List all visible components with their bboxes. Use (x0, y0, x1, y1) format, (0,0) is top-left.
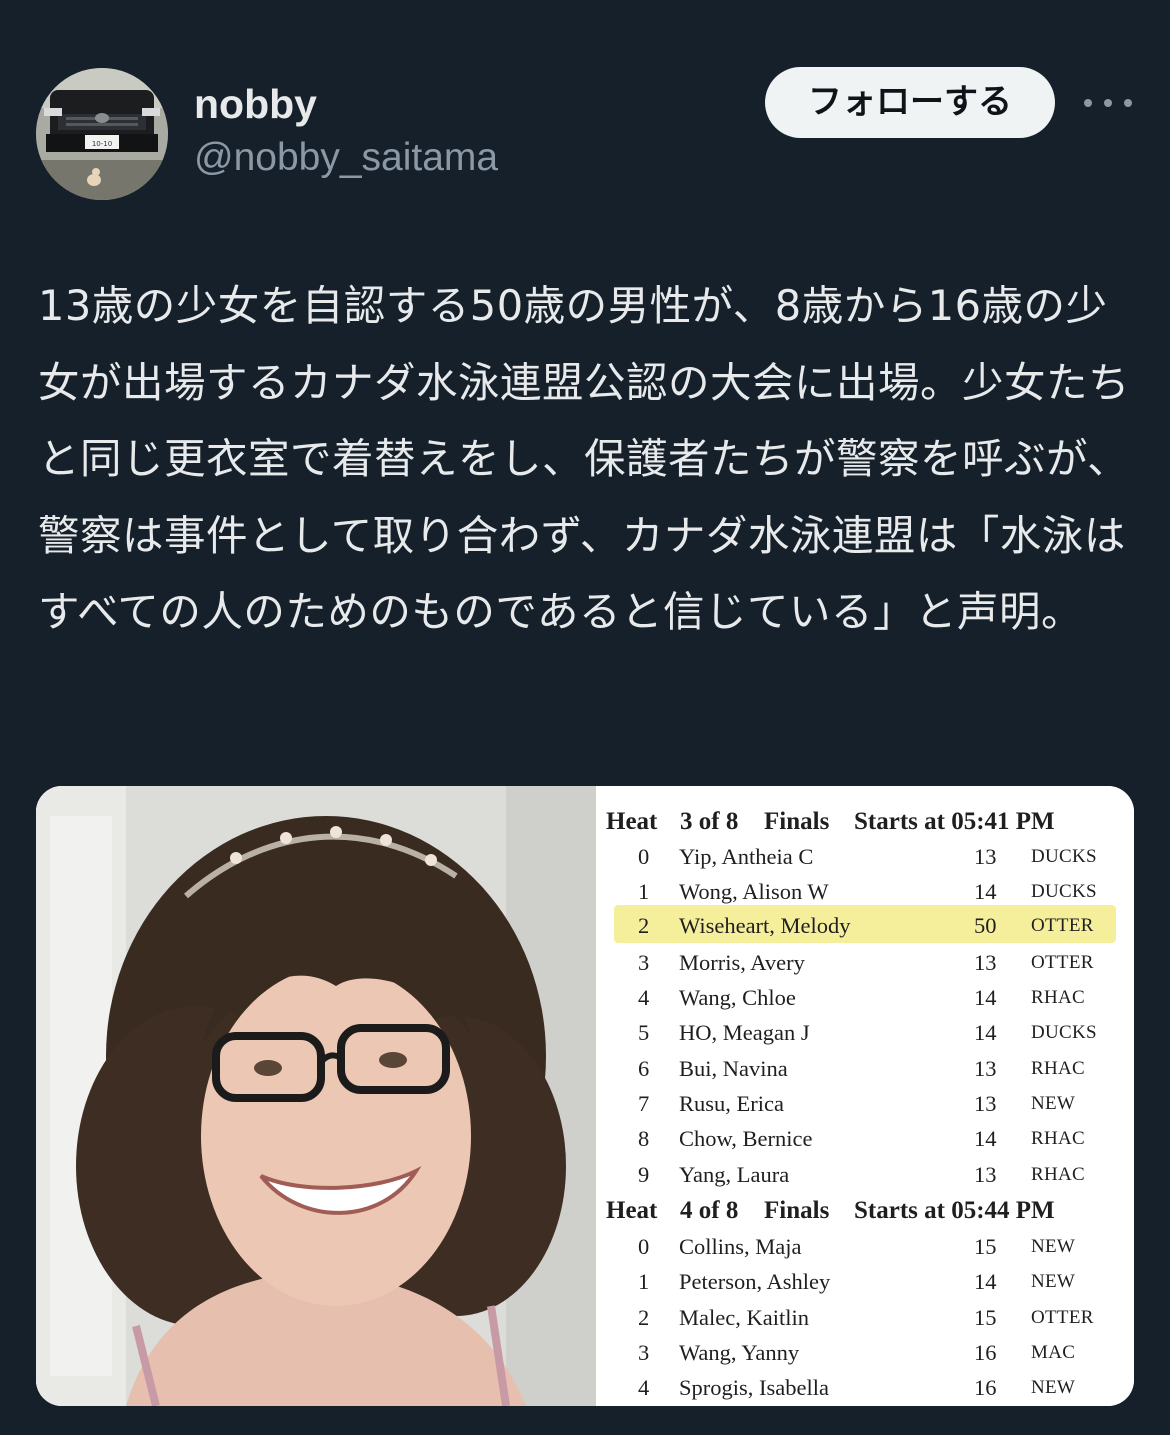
table-row: 6 Bui, Navina 13 RHAC (596, 1051, 1134, 1086)
swimmer-name: Bui, Navina (679, 1056, 788, 1081)
age: 14 (974, 985, 997, 1010)
team: OTTER (1031, 952, 1094, 973)
age: 14 (974, 1269, 997, 1294)
swimmer-name: Wang, Chloe (679, 985, 796, 1010)
heat-round: Finals (764, 1197, 830, 1224)
age: 13 (974, 950, 997, 975)
table-row: 5 HO, Meagan J 14 DUCKS (596, 1015, 1134, 1050)
heat-round: Finals (764, 808, 830, 835)
table-row: 1 Wong, Alison W 14 DUCKS (596, 874, 1134, 909)
table-row: 0 Yip, Antheia C 13 DUCKS (596, 839, 1134, 874)
swimmer-name: Morris, Avery (679, 950, 805, 975)
lane: 1 (638, 879, 650, 904)
team: OTTER (1031, 915, 1094, 936)
heat-number: 3 of 8 (680, 808, 739, 835)
lane: 7 (638, 1091, 650, 1116)
table-row: 8 Chow, Bernice 14 RHAC (596, 1121, 1134, 1156)
team: RHAC (1031, 987, 1085, 1008)
age: 15 (974, 1305, 997, 1330)
lane: 0 (638, 1234, 650, 1259)
age: 13 (974, 1056, 997, 1081)
team: NEW (1031, 1271, 1076, 1292)
age: 14 (974, 1126, 997, 1151)
team: NEW (1031, 1093, 1076, 1114)
table-row-highlighted: 2 Wiseheart, Melody 50 OTTER (596, 908, 1134, 943)
age: 13 (974, 1091, 997, 1116)
lane: 0 (638, 844, 650, 869)
swimmer-name: Malec, Kaitlin (679, 1305, 809, 1330)
team: RHAC (1031, 1058, 1085, 1079)
team: DUCKS (1031, 1022, 1097, 1043)
lane: 8 (638, 1126, 650, 1151)
lane: 1 (638, 1269, 650, 1294)
team: OTTER (1031, 1307, 1094, 1328)
age: 14 (974, 1020, 997, 1045)
swimmer-name: HO, Meagan J (679, 1020, 810, 1045)
team: DUCKS (1031, 881, 1097, 902)
swimmer-name: Rusu, Erica (679, 1091, 784, 1116)
table-row: 4 Sprogis, Isabella 16 NEW (596, 1370, 1134, 1405)
heat-start-time: Starts at 05:41 PM (854, 808, 1055, 835)
lane: 4 (638, 985, 650, 1010)
age: 14 (974, 879, 997, 904)
team: MAC (1031, 1342, 1076, 1363)
lane: 2 (638, 1305, 650, 1330)
table-row: 7 Rusu, Erica 13 NEW (596, 1086, 1134, 1121)
more-dots-icon[interactable] (1084, 86, 1132, 120)
heat-label: Heat (606, 1197, 658, 1224)
plate-text: 10-10 (92, 140, 112, 148)
avatar-car-image: 10-10 (36, 68, 168, 200)
age: 50 (974, 913, 997, 938)
dot (1104, 99, 1112, 107)
team: NEW (1031, 1236, 1076, 1257)
table-row: 3 Morris, Avery 13 OTTER (596, 945, 1134, 980)
avatar[interactable]: 10-10 (36, 68, 168, 200)
table-row: 4 Wang, Chloe 14 RHAC (596, 980, 1134, 1015)
lane: 3 (638, 950, 650, 975)
heat-sheet: Heat 3 of 8 Finals Starts at 05:41 PM 0 … (596, 786, 1134, 1406)
lane: 9 (638, 1162, 650, 1187)
follow-button[interactable]: フォローする (765, 67, 1055, 138)
lane: 6 (638, 1056, 650, 1081)
heat-number: 4 of 8 (680, 1197, 739, 1224)
age: 15 (974, 1234, 997, 1259)
lane: 5 (638, 1020, 650, 1045)
table-row: 9 Yang, Laura 13 RHAC (596, 1157, 1134, 1192)
table-row: 0 Collins, Maja 15 NEW (596, 1229, 1134, 1264)
swimmer-name: Wang, Yanny (679, 1340, 800, 1365)
tweet-media[interactable]: Heat 3 of 8 Finals Starts at 05:41 PM 0 … (36, 786, 1134, 1406)
team: RHAC (1031, 1164, 1085, 1185)
age: 16 (974, 1340, 997, 1365)
table-row: 2 Malec, Kaitlin 15 OTTER (596, 1300, 1134, 1335)
lane: 4 (638, 1375, 650, 1400)
swimmer-name: Chow, Bernice (679, 1126, 813, 1151)
dot (1124, 99, 1132, 107)
lane: 2 (638, 913, 650, 938)
heat-start-time: Starts at 05:44 PM (854, 1197, 1055, 1224)
table-row: 1 Peterson, Ashley 14 NEW (596, 1264, 1134, 1299)
swimmer-name: Yang, Laura (679, 1162, 790, 1187)
lane: 3 (638, 1340, 650, 1365)
team: DUCKS (1031, 846, 1097, 867)
table-row: 3 Wang, Yanny 16 MAC (596, 1335, 1134, 1370)
tweet-text: 13歳の少女を自認する50歳の男性が、8歳から16歳の少女が出場するカナダ水泳連… (38, 281, 1131, 636)
dot (1084, 99, 1092, 107)
swimmer-name: Wong, Alison W (679, 879, 829, 904)
swimmer-name: Sprogis, Isabella (679, 1375, 829, 1400)
display-name[interactable]: nobby (194, 80, 317, 128)
swimmer-name: Wiseheart, Melody (679, 913, 851, 938)
user-handle[interactable]: @nobby_saitama (194, 134, 498, 182)
age: 13 (974, 1162, 997, 1187)
swimmer-name: Peterson, Ashley (679, 1269, 831, 1294)
team: NEW (1031, 1377, 1076, 1398)
team: RHAC (1031, 1128, 1085, 1149)
age: 13 (974, 844, 997, 869)
swimmer-name: Collins, Maja (679, 1234, 802, 1259)
swimmer-name: Yip, Antheia C (679, 844, 814, 869)
age: 16 (974, 1375, 997, 1400)
heat-label: Heat (606, 808, 658, 835)
person-photo (36, 786, 596, 1406)
